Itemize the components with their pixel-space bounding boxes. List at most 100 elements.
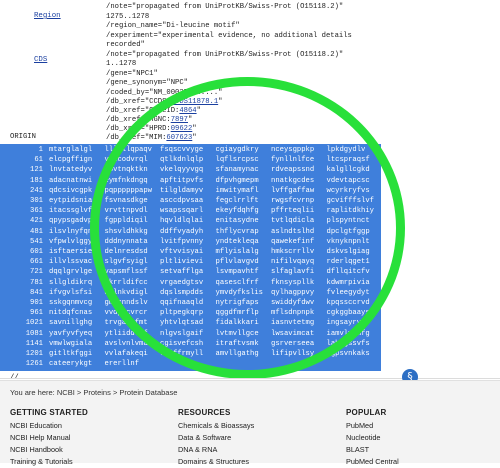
sequence-group: qdcsivcgpk [49, 186, 93, 195]
sequence-group: illvlssvac [49, 258, 93, 267]
sequence-group: qggdfmrflp [215, 309, 259, 318]
footer-link[interactable]: PubMed [346, 420, 399, 432]
breadcrumb-item-proteins[interactable]: Proteins [83, 388, 111, 397]
sequence-line: 481 ilsvlnyfqn shsvldhkkg ddffvyadyh thflycv… [0, 228, 381, 238]
sequence-line: 661 illvlssvac slgvfsyigl pltlivievi pflvlav… [0, 258, 381, 268]
footer-link[interactable]: Chemicals & Bioassays [178, 420, 254, 432]
xref-link-mim[interactable]: 607623 [166, 134, 192, 142]
qualifier-line: /gene_synonym="NPC" [106, 79, 188, 87]
sequence-group: cgkggbaays [326, 309, 370, 318]
sequence-group: qasesclfrf [215, 278, 259, 287]
breadcrumb-item-ncbi[interactable]: NCBI [57, 388, 75, 397]
sequence-group: iasnvtetmg [271, 319, 315, 328]
footer-link[interactable]: NCBI Handbook [10, 444, 88, 456]
sequence-group: fvleegydyt [326, 288, 370, 297]
feature-key-region[interactable]: Region [34, 12, 61, 22]
sequence-group: qtlkdnlqlp [160, 156, 204, 165]
footer-link[interactable]: BLAST [346, 444, 399, 456]
sequence-group: fsqscvvyge [160, 146, 204, 154]
sequence-selection[interactable]: 1 mtarglalgl llllllqpaqv fsqscvvyge cgiaygdk… [0, 144, 381, 372]
sequence-line: 841 ifvgvlsfsi avlnkvdigl dqslsmpdds ymvdyfk… [0, 289, 381, 299]
sequence-group: ymvdyfkslis [215, 288, 263, 297]
footer-link[interactable]: PubMed Central [346, 456, 399, 468]
xref-link-geneid[interactable]: 4864 [179, 107, 196, 115]
sequence-group: isftaersie [49, 248, 93, 256]
qualifier-line: /note="propagated from UniProtKB/Swiss-P… [106, 3, 344, 11]
sequence-group: itraftvsmk [215, 339, 259, 348]
sequence-group: cgisvefcsh [160, 339, 204, 348]
sequence-group: wcyrkryfvs [326, 186, 370, 195]
sequence-group: gmgcnndslv [104, 299, 148, 307]
sequence-group: rderlqget1 [326, 258, 370, 267]
sequence-position: 1021 [25, 319, 43, 328]
xref-link-hgnc[interactable]: 7897 [171, 116, 188, 124]
sequence-group: igpsvnkaks [326, 350, 370, 358]
sequence-group: fsvnasdkge [104, 197, 148, 205]
sequence-line: 1201 gitltkfggi vvlafakeqi fqiffrmyll amvllg… [0, 350, 381, 360]
sequence-position: 1261 [25, 360, 43, 369]
sequence-group: savnillghg [49, 319, 93, 328]
breadcrumb-item-protein-database[interactable]: Protein Database [119, 388, 177, 397]
footer-link[interactable]: Data & Software [178, 432, 254, 444]
footer-link[interactable]: Training & Tutorials [10, 456, 88, 468]
sequence-line: 961 nitdqfcnas vvdpacvrcr pltpegkqrp qggdfmr… [0, 309, 381, 319]
sequence-position: 481 [30, 227, 43, 236]
qualifier-line: /note="propagated from UniProtKB/Swiss-P… [106, 50, 344, 59]
xref-line: /db_xref="MIM:607623" [106, 134, 197, 142]
footer-link[interactable]: Domains & Structures [178, 456, 254, 468]
sequence-group: ddffvyadyh [160, 227, 204, 236]
sequence-group: sfanamynac [215, 166, 259, 175]
sequence-group: hqvldlqlai [160, 217, 204, 226]
feature-key-cds[interactable]: CDS [34, 56, 47, 66]
sequence-group: qpypsgadvp [49, 217, 93, 226]
sequence-group: lpkdgydlv [326, 146, 366, 154]
sequence-position: 721 [30, 268, 43, 277]
sequence-group: sllgldikrq [49, 278, 93, 287]
sequence-group: eytpidsnia [49, 197, 93, 205]
sequence-group: fegclrrlft [215, 197, 259, 205]
sequence-line: 1081 yavfyvfyeq ytliiddtif nlgvslgaif lvtmvl… [0, 330, 381, 340]
sequence-group: fidalkkari [215, 319, 259, 328]
xref-link-hprd[interactable]: 09622 [171, 125, 193, 133]
sequence-line: 361 itacssglvf vrvttnpvdl wsapssqarl ekeyfdq… [0, 207, 381, 217]
sequence-group: delnresdsd [104, 248, 148, 256]
footer-link[interactable]: NCBI Help Manual [10, 432, 88, 444]
breadcrumb-prefix: You are here: [10, 388, 55, 397]
sequence-group: tilgldamyv [160, 186, 204, 195]
sequence-group: lwsavimcat [271, 329, 315, 338]
sequence-group: plspyntnct [326, 217, 370, 226]
sequence-line: 1141 vmwlwgiala avslvnlvma cgisvefcsh itraft… [0, 340, 381, 350]
sequence-group: vkelqyyvgq [160, 166, 204, 175]
qualifier-line: recorded" [106, 41, 145, 49]
footer-link[interactable]: Nucleotide [346, 432, 399, 444]
sequence-group: fynllnlfce [271, 156, 315, 165]
sequence-group: elcpgffign [49, 156, 93, 165]
sequence-group: vfpwlvlggy [49, 237, 93, 246]
sequence-position: 841 [30, 288, 43, 297]
sequence-group: qawekefinf [271, 237, 315, 246]
qualifier-line: /experiment="experimental evidence, no a… [106, 31, 352, 40]
sequence-group: lnvtatedyv [49, 166, 93, 175]
qualifier-line: /coded_by="NM_000271.4:..." [106, 88, 223, 97]
sequence-group: gsrverseea [271, 339, 315, 348]
xref-link-ccds[interactable]: CCDS11878.1 [171, 98, 218, 106]
sequence-group: lifipvllsy [271, 350, 315, 358]
sequence-group: fknsyspllk [271, 278, 315, 287]
sequence-group: sskgqnmvcg [49, 299, 93, 307]
sequence-group: enitasydne [215, 217, 259, 226]
sequence-group: lvtmvllgce [215, 329, 259, 338]
sequence-group: llllllqpaqv [104, 146, 152, 154]
sequence-group: gitltkfggi [49, 350, 93, 358]
footer-link[interactable]: DNA & RNA [178, 444, 254, 456]
sequence-group: qylhagppvy [271, 288, 315, 297]
sequence-group: vmwlwgiala [49, 339, 93, 348]
footer-column-title: GETTING STARTED [10, 408, 88, 417]
sequence-line: 301 eytpidsnia fsvnasdkge asccdpvsaa fegclrr… [0, 197, 381, 207]
sequence-group: pltpegkqrp [160, 309, 204, 318]
qualifier-line: /region_name="Di-leucine motif" [106, 22, 240, 30]
sequence-line: 1261 cateerykgt ererllnf [0, 360, 139, 370]
footer-link[interactable]: NCBI Education [10, 420, 88, 432]
sequence-line: 1 mtarglalgl llllllqpaqv fsqscvvyge cgiaygdk… [0, 146, 381, 156]
sequence-group: ltcspraqsf [326, 156, 370, 165]
sequence-group: rdveapssnd [271, 166, 315, 175]
